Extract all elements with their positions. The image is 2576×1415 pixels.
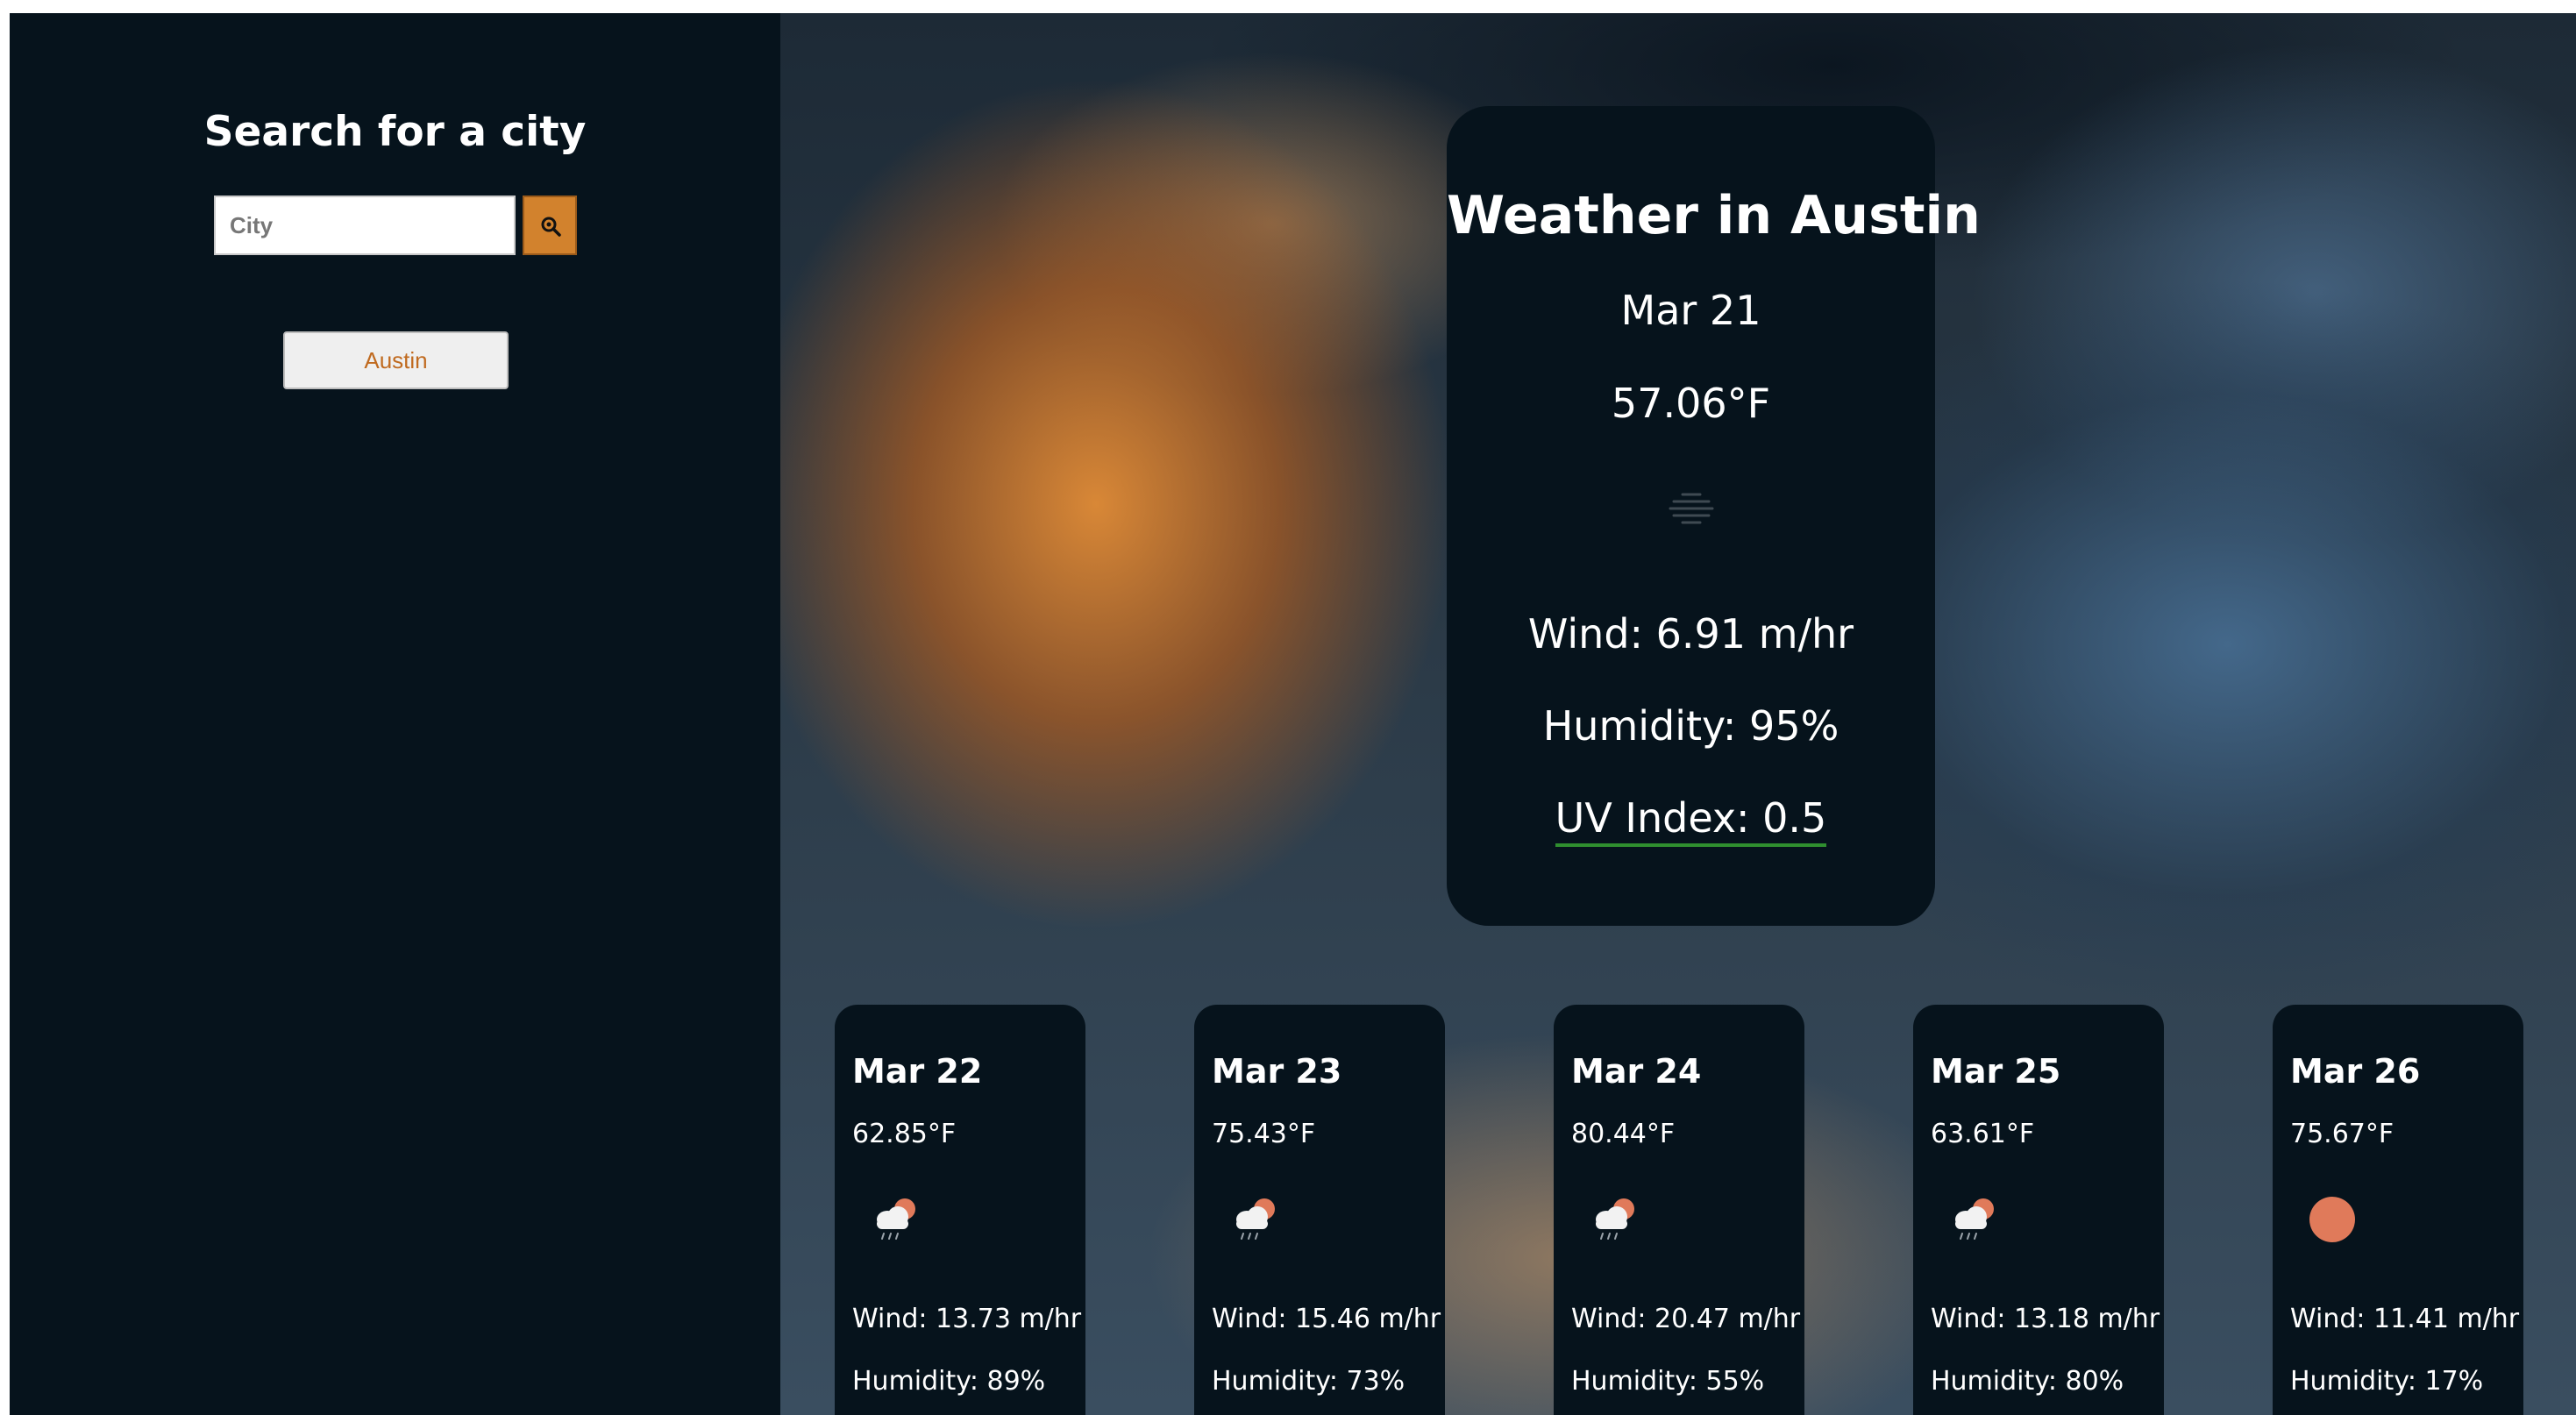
forecast-humidity: Humidity: 55% xyxy=(1571,1366,1765,1397)
current-temperature: 57.06°F xyxy=(1611,380,1771,427)
forecast-wind: Wind: 13.73 m/hr xyxy=(852,1304,1082,1334)
forecast-wind: Wind: 20.47 m/hr xyxy=(1571,1304,1801,1334)
current-humidity: Humidity: 95% xyxy=(1542,702,1839,750)
search-button[interactable] xyxy=(523,196,577,255)
forecast-humidity: Humidity: 17% xyxy=(2290,1366,2484,1397)
forecast-wind: Wind: 11.41 m/hr xyxy=(2290,1304,2520,1334)
sun-icon xyxy=(2309,1197,2355,1242)
current-weather-card: Weather in Austin Mar 21 57.06°F Wind: 6… xyxy=(1447,106,1981,926)
search-icon xyxy=(541,217,561,237)
rain-cloud-sun-icon xyxy=(877,1198,915,1240)
forecast-date: Mar 23 xyxy=(1212,1052,1342,1091)
forecast-temperature: 63.61°F xyxy=(1931,1119,2035,1149)
city-search-input[interactable] xyxy=(214,196,516,255)
forecast-temperature: 80.44°F xyxy=(1571,1119,1676,1149)
forecast-card: Mar 22 62.85°F Wind: 13.73 m/hr Humidity… xyxy=(835,1005,1085,1415)
forecast-wind: Wind: 15.46 m/hr xyxy=(1212,1304,1441,1334)
forecast-card: Mar 25 63.61°F Wind: 13.18 m/hr Humidity… xyxy=(1913,1005,2164,1415)
forecast-temperature: 75.67°F xyxy=(2290,1119,2395,1149)
forecast-card: Mar 23 75.43°F Wind: 15.46 m/hr Humidity… xyxy=(1194,1005,1445,1415)
forecast-humidity: Humidity: 80% xyxy=(1931,1366,2124,1397)
current-uv-index: UV Index: 0.5 xyxy=(1555,794,1827,847)
rain-cloud-sun-icon xyxy=(1955,1198,1994,1240)
forecast-wind: Wind: 13.18 m/hr xyxy=(1931,1304,2160,1334)
forecast-card: Mar 24 80.44°F Wind: 20.47 m/hr Humidity… xyxy=(1554,1005,1804,1415)
current-city-title: Weather in Austin xyxy=(1447,185,1981,246)
forecast-date: Mar 25 xyxy=(1931,1052,2061,1091)
forecast-humidity: Humidity: 73% xyxy=(1212,1366,1405,1397)
mist-icon xyxy=(1669,493,1714,524)
rain-cloud-sun-icon xyxy=(1596,1198,1634,1240)
forecast-temperature: 62.85°F xyxy=(852,1119,957,1149)
history-city-button[interactable]: Austin xyxy=(283,331,509,389)
forecast-date: Mar 24 xyxy=(1571,1052,1702,1091)
search-sidebar: Search for a city Austin xyxy=(10,13,780,1415)
forecast-temperature: 75.43°F xyxy=(1212,1119,1316,1149)
forecast-card: Mar 26 75.67°F Wind: 11.41 m/hr Humidity… xyxy=(2273,1005,2523,1415)
current-date: Mar 21 xyxy=(1620,287,1761,334)
weather-dashboard: Search for a city Austin Weather in Aust… xyxy=(10,13,2576,1415)
forecast-humidity: Humidity: 89% xyxy=(852,1366,1046,1397)
current-wind: Wind: 6.91 m/hr xyxy=(1527,610,1854,658)
rain-cloud-sun-icon xyxy=(1236,1198,1275,1240)
forecast-date: Mar 26 xyxy=(2290,1052,2421,1091)
forecast-date: Mar 22 xyxy=(852,1052,983,1091)
search-heading: Search for a city xyxy=(203,108,587,156)
